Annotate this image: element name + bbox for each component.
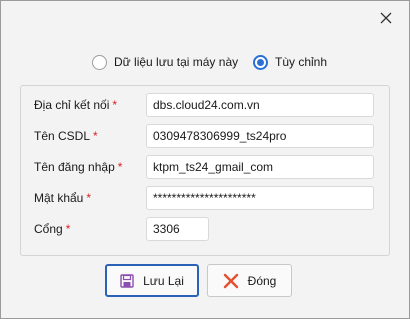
db-label-text: Tên CSDL xyxy=(34,129,91,143)
close-button-label: Đóng xyxy=(247,273,277,288)
radio-custom-circle[interactable] xyxy=(253,54,268,70)
address-label-text: Địa chỉ kết nối xyxy=(34,98,110,112)
username-input[interactable]: ktpm_ts24_gmail_com xyxy=(146,155,374,179)
connection-settings-panel: Địa chỉ kết nối * dbs.cloud24.com.vn Tên … xyxy=(20,85,390,256)
password-label: Mật khẩu * xyxy=(34,190,91,206)
password-label-text: Mật khẩu xyxy=(34,191,84,205)
radio-local-storage[interactable]: Dữ liệu lưu tại máy này xyxy=(92,53,238,71)
address-input[interactable]: dbs.cloud24.com.vn xyxy=(146,93,374,117)
required-mark: * xyxy=(93,129,98,143)
required-mark: * xyxy=(117,160,123,174)
close-button[interactable]: Đóng xyxy=(207,264,292,297)
radio-local-label: Dữ liệu lưu tại máy này xyxy=(114,55,239,69)
radio-local-circle[interactable] xyxy=(92,54,107,70)
required-mark: * xyxy=(112,98,118,112)
username-label-text: Tên đăng nhập xyxy=(34,160,115,174)
x-icon xyxy=(223,273,239,289)
db-label: Tên CSDL * xyxy=(34,128,98,144)
save-button-label: Lưu Lại xyxy=(143,273,184,288)
save-icon xyxy=(120,273,134,288)
close-icon[interactable] xyxy=(374,7,398,29)
required-mark: * xyxy=(86,191,92,205)
port-label: Cổng * xyxy=(34,221,70,237)
radio-custom-label: Tùy chỉnh xyxy=(275,55,328,69)
username-label: Tên đăng nhập * xyxy=(34,159,122,175)
port-input[interactable]: 3306 xyxy=(146,217,209,241)
port-label-text: Cổng xyxy=(34,222,63,236)
required-mark: * xyxy=(65,222,71,236)
connection-dialog: Dữ liệu lưu tại máy này Tùy chỉnh Địa ch… xyxy=(0,0,410,319)
address-label: Địa chỉ kết nối * xyxy=(34,97,117,113)
db-name-input[interactable]: 0309478306999_ts24pro xyxy=(146,124,374,148)
save-button[interactable]: Lưu Lại xyxy=(105,264,199,297)
password-input[interactable]: ********************** xyxy=(146,186,374,210)
radio-custom[interactable]: Tùy chỉnh xyxy=(253,53,327,71)
